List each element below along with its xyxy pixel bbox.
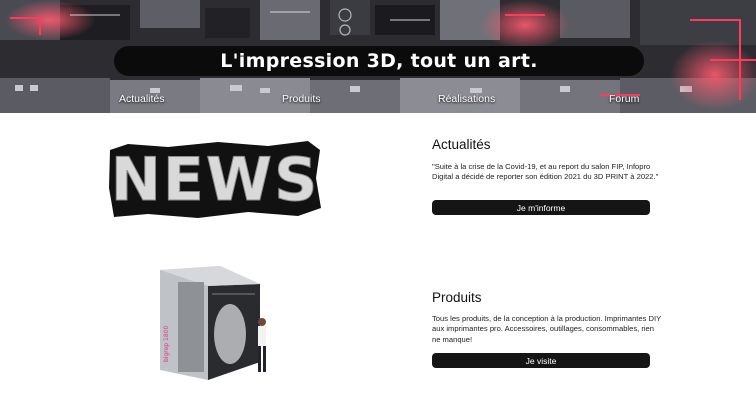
products-text: Tous les produits, de la conception à la… bbox=[432, 314, 662, 344]
3d-printer-image: bigrep 1800 bbox=[160, 266, 266, 380]
news-text: "Suite à la crise de la Covid-19, et au … bbox=[432, 162, 659, 182]
hero-banner: L'impression 3D, tout un art. Actualités… bbox=[0, 0, 756, 113]
nav-item-forum[interactable]: Forum bbox=[609, 93, 639, 105]
printer-brand-label: bigrep 1800 bbox=[163, 326, 170, 362]
products-title: Produits bbox=[432, 290, 482, 305]
hero-title: L'impression 3D, tout un art. bbox=[220, 50, 538, 72]
news-image-text: NEWS bbox=[111, 145, 320, 215]
news-image: NEWS bbox=[109, 141, 321, 218]
nav-item-produits[interactable]: Produits bbox=[282, 93, 321, 105]
main-nav: Actualités Produits Réalisations Forum bbox=[0, 93, 756, 107]
je-minforme-button[interactable]: Je m'informe bbox=[432, 200, 650, 215]
nav-item-actualites[interactable]: Actualités bbox=[119, 93, 165, 105]
news-title: Actualités bbox=[432, 137, 491, 152]
nav-item-realisations[interactable]: Réalisations bbox=[438, 93, 495, 105]
hero-title-bar: L'impression 3D, tout un art. bbox=[114, 46, 644, 76]
je-visite-button[interactable]: Je visite bbox=[432, 353, 650, 368]
